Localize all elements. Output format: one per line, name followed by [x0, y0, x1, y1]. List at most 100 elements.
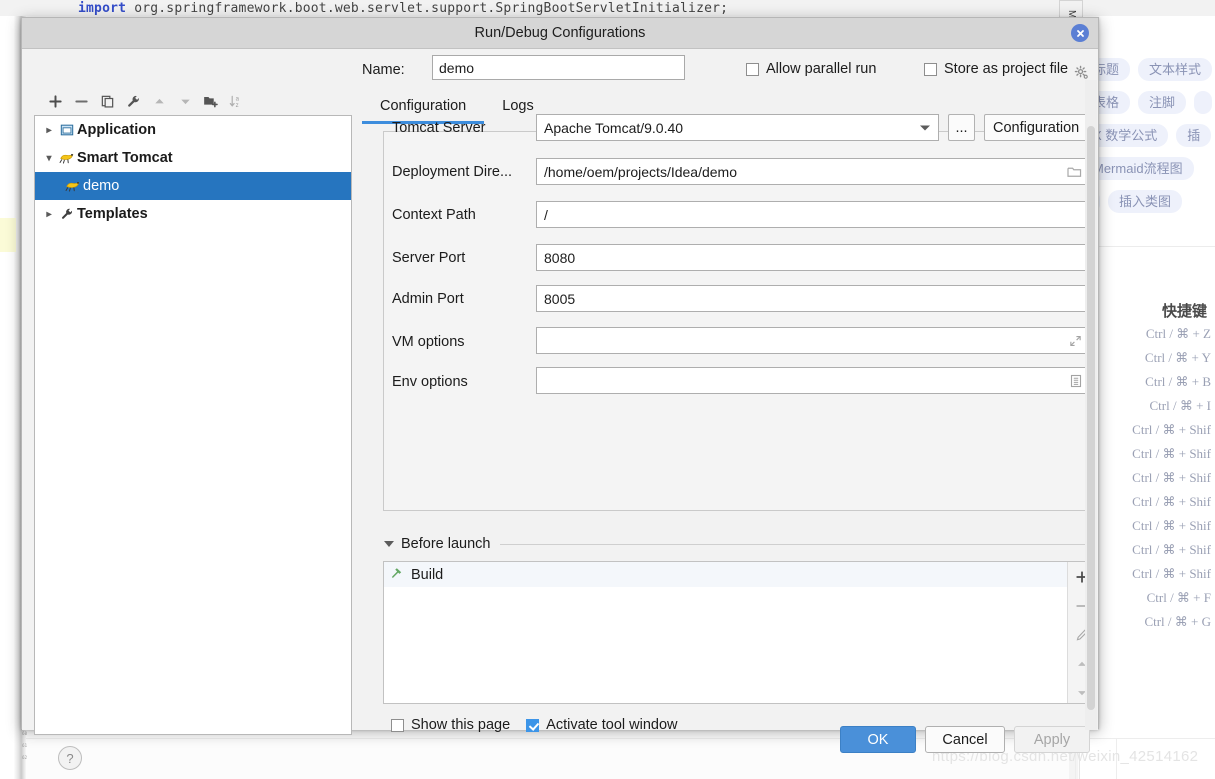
tree-item-label: Templates — [77, 206, 148, 222]
sort-az-icon[interactable]: a z — [226, 90, 248, 112]
shortcuts-list: Ctrl / ⌘ + Z Ctrl / ⌘ + Y Ctrl / ⌘ + B C… — [1093, 322, 1211, 634]
tag-row: 标题 文本样式 — [1080, 58, 1215, 91]
application-icon — [57, 123, 77, 137]
store-as-project-file-checkbox[interactable]: Store as project file — [924, 61, 1068, 77]
footer-checkboxes: Show this page Activate tool window — [391, 717, 678, 733]
hammer-icon — [390, 566, 404, 584]
arrow-up-icon[interactable] — [148, 90, 170, 112]
tomcat-configuration-button[interactable]: Configuration — [984, 114, 1089, 141]
shortcut-item: Ctrl / ⌘ + Y — [1144, 350, 1211, 365]
activate-tool-window-label: Activate tool window — [546, 717, 678, 733]
shortcut-item: Ctrl / ⌘ + Shif — [1132, 518, 1211, 533]
tomcat-browse-button[interactable]: ... — [948, 114, 975, 141]
context-path-input[interactable]: / — [536, 201, 1089, 228]
shortcut-item: Ctrl / ⌘ + Shif — [1132, 446, 1211, 461]
before-launch-title: Before launch — [401, 536, 491, 552]
pane-divider — [1080, 246, 1215, 247]
before-launch-item-label: Build — [411, 566, 444, 583]
folder-icon[interactable] — [1067, 165, 1082, 178]
tree-item-application[interactable]: ▸ Application — [35, 116, 351, 144]
tree-item-label: Smart Tomcat — [77, 150, 173, 166]
context-path-value: / — [544, 206, 548, 223]
dialog-header: Name: Allow parallel run Store as projec… — [22, 49, 1098, 93]
run-debug-configurations-dialog: Run/Debug Configurations Name: Allow par… — [21, 17, 1099, 770]
vm-options-input[interactable] — [536, 327, 1089, 354]
dialog-body: Name: Allow parallel run Store as projec… — [22, 49, 1098, 770]
ok-button[interactable]: OK — [840, 726, 916, 753]
tag-pill[interactable]: 插 — [1176, 124, 1212, 147]
shortcut-item: Ctrl / ⌘ + Shif — [1132, 494, 1211, 509]
plus-icon[interactable] — [44, 90, 66, 112]
before-launch-box: Build — [383, 561, 1097, 704]
tree-item-label: Application — [77, 122, 156, 138]
svg-text:a: a — [236, 96, 240, 102]
editor-tag-pills: 标题 文本样式 表格 注脚 X 数学公式 插 Mermaid流程图 插入类图 — [1080, 58, 1215, 236]
admin-port-input[interactable]: 8005 — [536, 285, 1089, 312]
tag-pill[interactable]: 文本样式 — [1138, 58, 1213, 81]
help-button[interactable]: ? — [58, 746, 82, 770]
chevron-down-icon[interactable]: ▾ — [41, 153, 57, 164]
activate-tool-window-checkbox[interactable]: Activate tool window — [526, 717, 678, 733]
env-options-label: Env options — [392, 374, 468, 390]
tag-row: 插入类图 — [1080, 190, 1215, 223]
show-this-page-label: Show this page — [411, 717, 511, 733]
before-launch-item-build[interactable]: Build — [384, 562, 1067, 587]
allow-parallel-run-label: Allow parallel run — [766, 61, 877, 77]
minus-icon[interactable] — [70, 90, 92, 112]
configurations-tree: ▸ Application ▾ Smart Tomcat demo ▸ Temp… — [34, 115, 352, 735]
list-icon[interactable] — [1070, 374, 1082, 388]
tree-item-templates[interactable]: ▸ Templates — [35, 200, 351, 228]
copy-icon[interactable] — [96, 90, 118, 112]
tree-item-smart-tomcat[interactable]: ▾ Smart Tomcat — [35, 144, 351, 172]
shortcut-item: Ctrl / ⌘ + Shif — [1132, 542, 1211, 557]
dialog-scrollbar-thumb[interactable] — [1087, 126, 1095, 710]
shortcut-item: Ctrl / ⌘ + Shif — [1132, 470, 1211, 485]
server-port-input[interactable]: 8080 — [536, 244, 1089, 271]
wrench-icon[interactable] — [122, 90, 144, 112]
tag-pill[interactable] — [1194, 91, 1213, 114]
store-as-project-file-label: Store as project file — [944, 61, 1069, 77]
dialog-titlebar: Run/Debug Configurations — [22, 18, 1098, 49]
chevron-right-icon[interactable]: ▸ — [41, 125, 57, 136]
chevron-down-icon — [920, 125, 930, 130]
arrow-down-icon[interactable] — [174, 90, 196, 112]
tree-item-demo[interactable]: demo — [35, 172, 351, 200]
code-import-line: import org.springframework.boot.web.serv… — [78, 1, 728, 16]
cancel-button[interactable]: Cancel — [925, 726, 1005, 753]
shortcut-item: Ctrl / ⌘ + I — [1149, 398, 1212, 413]
checkbox-box — [391, 718, 404, 732]
tomcat-server-select[interactable]: Apache Tomcat/9.0.40 — [536, 114, 939, 141]
tag-pill[interactable]: 注脚 — [1138, 91, 1187, 114]
deployment-directory-value: /home/oem/projects/Idea/demo — [544, 163, 737, 180]
close-icon[interactable] — [1071, 24, 1089, 42]
server-port-value: 8080 — [544, 249, 576, 266]
name-label: Name: — [362, 62, 405, 78]
dialog-scrollbar[interactable] — [1085, 80, 1097, 730]
chevron-right-icon[interactable]: ▸ — [41, 209, 57, 220]
caret-down-icon[interactable] — [384, 541, 394, 547]
env-options-input[interactable] — [536, 367, 1089, 394]
shortcut-item: Ctrl / ⌘ + F — [1146, 590, 1211, 605]
name-input[interactable] — [432, 55, 685, 80]
folder-add-icon[interactable] — [200, 90, 222, 112]
shortcut-item: Ctrl / ⌘ + Z — [1145, 326, 1211, 341]
allow-parallel-run-checkbox[interactable]: Allow parallel run — [746, 61, 876, 77]
screen: import org.springframework.boot.web.serv… — [0, 0, 1215, 779]
shortcut-item: Ctrl / ⌘ + G — [1144, 614, 1211, 629]
before-launch-list: Build — [384, 562, 1067, 703]
tag-pill[interactable]: 插入类图 — [1108, 190, 1183, 213]
wrench-icon — [57, 207, 77, 221]
checkbox-box — [924, 62, 937, 76]
tomcat-server-label: Tomcat Server — [392, 120, 486, 136]
context-path-label: Context Path — [392, 207, 476, 223]
deployment-directory-input[interactable]: /home/oem/projects/Idea/demo — [536, 158, 1089, 185]
dialog-title: Run/Debug Configurations — [474, 25, 646, 41]
shortcuts-title: 快捷键 — [1161, 303, 1207, 320]
code-rest: org.springframework.boot.web.servlet.sup… — [126, 1, 729, 16]
show-this-page-checkbox[interactable]: Show this page — [391, 717, 510, 733]
shortcut-item: Ctrl / ⌘ + Shif — [1132, 566, 1211, 581]
expand-icon[interactable] — [1069, 334, 1082, 347]
tag-row: 表格 注脚 — [1080, 91, 1215, 124]
tomcat-server-value: Apache Tomcat/9.0.40 — [544, 119, 684, 136]
deployment-directory-label: Deployment Dire... — [392, 164, 513, 180]
